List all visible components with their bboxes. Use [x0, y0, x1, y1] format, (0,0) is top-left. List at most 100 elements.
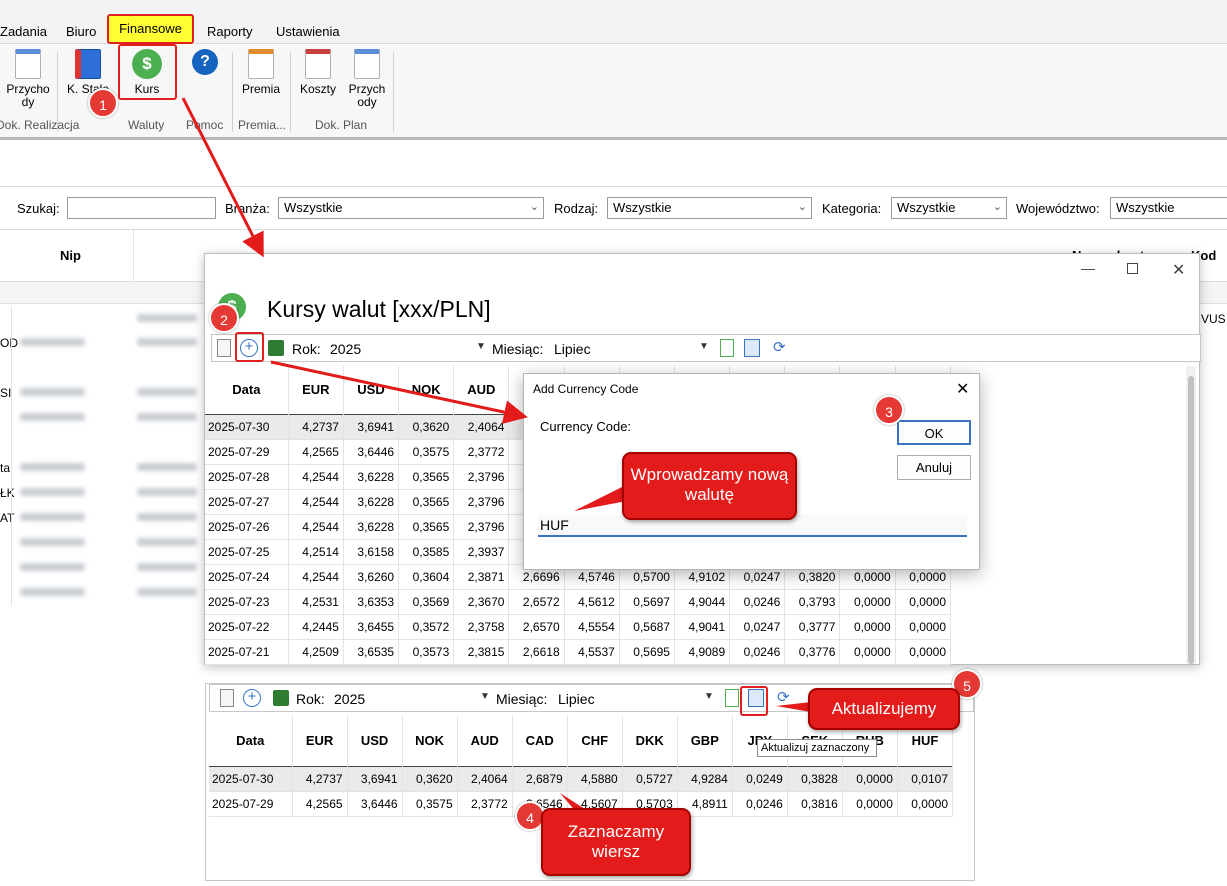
table-cell: 2025-07-30 [205, 413, 289, 440]
ribbon-help-button[interactable]: ? [187, 49, 223, 75]
year-select[interactable]: 2025 [334, 691, 365, 707]
minimize-icon[interactable]: — [1081, 260, 1095, 276]
kategoria-value: Wszystkie [897, 200, 956, 215]
close-icon[interactable]: ✕ [1172, 260, 1185, 280]
callout-update: Aktualizujemy [808, 688, 960, 730]
wojewodztwo-select[interactable]: Wszystkie [1110, 197, 1227, 219]
kategoria-label: Kategoria: [822, 201, 882, 216]
dialog-title: Add Currency Code [533, 382, 639, 396]
search-input[interactable] [67, 197, 216, 219]
maximize-icon[interactable] [1127, 263, 1138, 274]
table-cell: 0,3573 [398, 639, 455, 665]
branza-value: Wszystkie [284, 200, 343, 215]
update-icon[interactable] [744, 339, 760, 357]
table-cell: 0,5695 [619, 639, 675, 665]
column-header[interactable]: NOK [398, 366, 455, 414]
column-header[interactable]: AUD [457, 716, 513, 766]
import-icon[interactable] [720, 339, 734, 357]
group-pomoc: Pomoc [186, 118, 224, 132]
column-header[interactable]: Data [205, 366, 289, 414]
table-cell: 3,6455 [343, 614, 400, 640]
table-cell: 4,5880 [567, 765, 623, 792]
refresh-icon[interactable]: ⟳ [773, 339, 791, 357]
column-header[interactable]: USD [343, 366, 400, 414]
blurred-cell [137, 588, 197, 596]
ribbon-przychody-button[interactable]: Przycho dy [3, 49, 53, 109]
ribbon-koszty-button[interactable]: Koszty [296, 49, 340, 96]
add-row-icon[interactable] [217, 339, 231, 357]
table-cell: 2025-07-25 [205, 539, 289, 565]
table-cell: 0,0249 [732, 765, 788, 792]
table-row[interactable]: 2025-07-30 4,2737 3,6941 0,3620 2,4064 2,6879… [209, 765, 954, 792]
blurred-cell [137, 463, 197, 471]
table-doc-icon [354, 49, 380, 79]
year-select[interactable]: 2025 [330, 341, 361, 357]
scrollbar[interactable] [1186, 366, 1196, 664]
table-doc-icon [305, 49, 331, 79]
month-select[interactable]: Lipiec [554, 341, 591, 357]
dropdown-arrow-icon[interactable]: ▼ [699, 341, 709, 352]
table-cell: 3,6535 [343, 639, 400, 665]
save-icon[interactable] [273, 690, 289, 706]
ribbon-premia-button[interactable]: Premia [238, 49, 284, 96]
import-icon[interactable] [725, 689, 739, 707]
column-header[interactable]: USD [347, 716, 403, 766]
step-1-badge: 1 [88, 88, 118, 118]
column-header[interactable]: EUR [292, 716, 348, 766]
table-row[interactable]: 2025-07-21 4,2509 3,6535 0,3573 2,3815 2,6618… [205, 639, 952, 665]
table-cell: 3,6446 [347, 791, 403, 817]
add-row-icon[interactable] [220, 689, 234, 707]
menu-finansowe[interactable]: Finansowe [107, 14, 194, 44]
rodzaj-select[interactable]: Wszystkie ⌄ [607, 197, 812, 219]
month-select[interactable]: Lipiec [558, 691, 595, 707]
column-header[interactable]: CHF [567, 716, 623, 766]
cancel-button[interactable]: Anuluj [897, 455, 971, 480]
table-cell: 2025-07-30 [209, 765, 293, 792]
ok-button[interactable]: OK [897, 420, 971, 445]
col-divider [133, 230, 134, 282]
table-cell: 4,5554 [564, 614, 620, 640]
column-header[interactable]: GBP [677, 716, 733, 766]
branza-label: Branża: [225, 201, 270, 216]
menu-biuro[interactable]: Biuro [66, 24, 96, 39]
table-row[interactable]: 2025-07-23 4,2531 3,6353 0,3569 2,3670 2,6572… [205, 589, 952, 615]
row-fragment: AT [0, 511, 15, 525]
ribbon-przychody-plan-button[interactable]: Przych ody [345, 49, 389, 109]
table-cell: 2025-07-22 [205, 614, 289, 640]
column-header[interactable]: CAD [512, 716, 568, 766]
table-cell: 0,0000 [895, 614, 952, 640]
year-label: Rok: [292, 341, 321, 357]
column-header[interactable]: Data [209, 716, 293, 766]
column-header[interactable]: AUD [453, 366, 510, 414]
dropdown-arrow-icon[interactable]: ▼ [704, 691, 714, 702]
scrollbar-thumb[interactable] [1188, 376, 1194, 664]
dropdown-arrow-icon[interactable]: ▼ [476, 341, 486, 352]
add-currency-icon[interactable]: + [243, 689, 261, 707]
column-header[interactable]: DKK [622, 716, 678, 766]
column-header[interactable]: NOK [402, 716, 458, 766]
table-cell: 2025-07-28 [205, 464, 289, 490]
chevron-down-icon: ⌄ [529, 201, 539, 213]
menu-ustawienia[interactable]: Ustawienia [276, 24, 340, 39]
blurred-cell [137, 563, 197, 571]
table-cell: 2,6879 [512, 765, 568, 792]
table-row[interactable]: 2025-07-22 4,2445 3,6455 0,3572 2,3758 2,6570… [205, 614, 952, 640]
table-cell: 0,3816 [787, 791, 843, 817]
table-cell: 4,2544 [288, 564, 344, 590]
column-header[interactable]: EUR [288, 366, 344, 414]
branza-select[interactable]: Wszystkie ⌄ [278, 197, 544, 219]
save-icon[interactable] [268, 340, 284, 356]
menu-zadania[interactable]: Zadania [0, 24, 47, 39]
refresh-icon[interactable]: ⟳ [777, 689, 795, 707]
table-cell: 3,6446 [343, 439, 400, 465]
close-icon[interactable]: ✕ [956, 379, 969, 399]
table-cell: 2,3772 [457, 791, 513, 817]
ribbon-przychody-plan-label: Przych ody [348, 82, 386, 109]
dropdown-arrow-icon[interactable]: ▼ [480, 691, 490, 702]
menu-raporty[interactable]: Raporty [207, 24, 253, 39]
kategoria-select[interactable]: Wszystkie ⌄ [891, 197, 1007, 219]
table-cell: 4,9284 [677, 765, 733, 792]
table-cell: 2025-07-24 [205, 564, 289, 590]
blurred-cell [137, 538, 197, 546]
year-label: Rok: [296, 691, 325, 707]
